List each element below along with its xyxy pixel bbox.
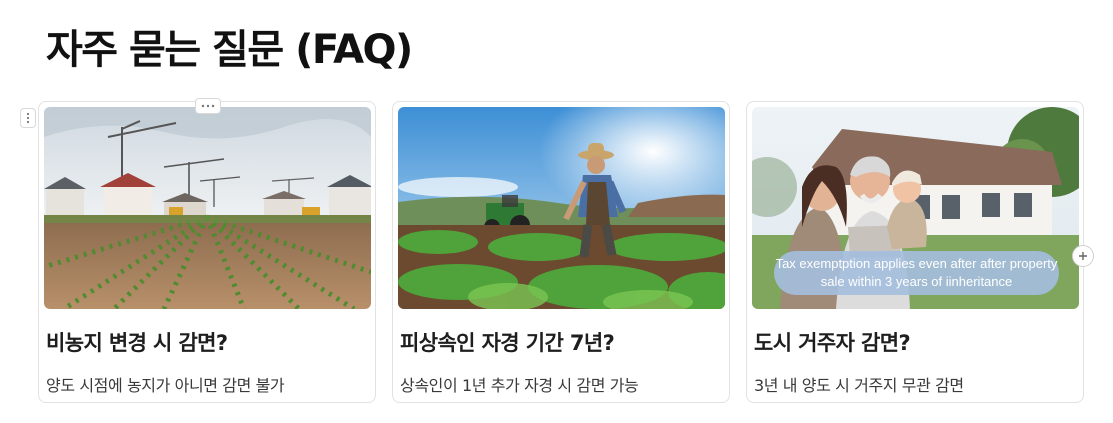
- plus-icon: [1079, 252, 1087, 260]
- card-title: 도시 거주자 감면?: [754, 331, 911, 355]
- faq-card-decedent-farming-period[interactable]: 피상속인 자경 기간 7년? 상속인이 1년 추가 자경 시 감면 가능: [392, 101, 730, 403]
- card-description: 3년 내 양도 시 거주지 무관 감면: [754, 376, 964, 395]
- drag-handle-icon[interactable]: [20, 108, 36, 128]
- image-overlay-caption: Tax exemptption applies even after after…: [774, 251, 1059, 295]
- card-title: 피상속인 자경 기간 7년?: [400, 331, 615, 355]
- card-description: 상속인이 1년 추가 자경 시 감면 가능: [400, 376, 639, 395]
- card-image-farmland: [44, 107, 371, 309]
- card-image-farmer: [398, 107, 725, 309]
- faq-card-urban-resident[interactable]: Tax exemptption applies even after after…: [746, 101, 1084, 403]
- card-image-family-house: Tax exemptption applies even after after…: [752, 107, 1079, 309]
- more-options-button[interactable]: [195, 98, 221, 114]
- more-horizontal-icon: [201, 104, 215, 108]
- page-title: 자주 묻는 질문 (FAQ): [46, 27, 413, 73]
- add-card-button[interactable]: [1072, 245, 1094, 267]
- card-description: 양도 시점에 농지가 아니면 감면 불가: [46, 376, 285, 395]
- card-title: 비농지 변경 시 감면?: [46, 331, 228, 355]
- faq-card-non-farmland[interactable]: 비농지 변경 시 감면? 양도 시점에 농지가 아니면 감면 불가: [38, 101, 376, 403]
- faq-card-grid: 비농지 변경 시 감면? 양도 시점에 농지가 아니면 감면 불가 피상속인 자…: [38, 101, 1084, 403]
